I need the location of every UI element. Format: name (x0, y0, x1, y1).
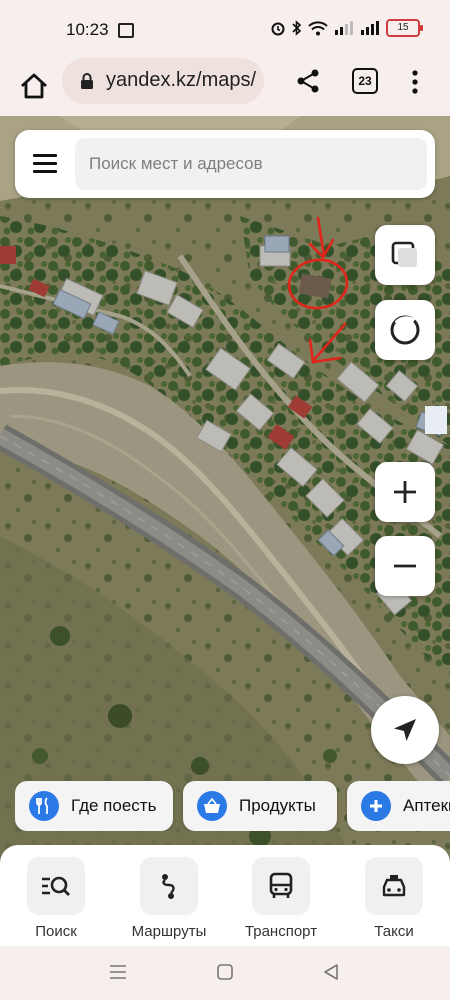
layers-icon (391, 241, 417, 267)
category-chips: Где поесть Продукты Аптеки (15, 781, 450, 831)
browser-toolbar: yandex.kz/maps/ 23 (0, 58, 450, 116)
chip-label: Аптеки (403, 796, 450, 815)
fork-knife-icon (29, 791, 59, 821)
alice-icon (390, 315, 420, 345)
search-placeholder: Поиск мест и адресов (89, 154, 263, 173)
nav-routes[interactable]: Маршруты (119, 857, 219, 940)
nav-transport[interactable]: Транспорт (231, 857, 331, 940)
hamburger-icon-line (33, 154, 57, 157)
status-bar: 10:23 15 (0, 0, 450, 58)
signal-icon-1 (335, 21, 353, 35)
wifi-icon (308, 20, 328, 35)
nav-label: Транспорт (244, 923, 318, 940)
plus-icon (394, 481, 416, 503)
home-icon (21, 73, 47, 99)
minus-icon (394, 564, 416, 568)
home-button[interactable] (14, 66, 54, 106)
bus-icon (252, 857, 310, 915)
search-input[interactable]: Поиск мест и адресов (75, 138, 427, 190)
alice-button[interactable] (375, 300, 435, 360)
notification-icon (118, 23, 134, 38)
bluetooth-icon (292, 20, 302, 36)
status-time: 10:23 (66, 20, 109, 39)
navigation-arrow-icon (394, 719, 416, 741)
zoom-in-button[interactable] (375, 462, 435, 522)
hamburger-icon-line (33, 170, 57, 173)
nav-search[interactable]: Поиск (6, 857, 106, 940)
layers-button[interactable] (375, 225, 435, 285)
chip-label: Продукты (239, 796, 316, 815)
lock-icon (81, 73, 93, 89)
nav-taxi[interactable]: Такси (344, 857, 444, 940)
chip-label: Где поесть (71, 796, 157, 815)
chip-groceries[interactable]: Продукты (183, 781, 337, 831)
back-nav-icon[interactable] (322, 963, 340, 981)
nav-label: Маршруты (131, 923, 207, 940)
plus-icon (361, 791, 391, 821)
basket-icon (197, 791, 227, 821)
chip-pharmacies[interactable]: Аптеки (347, 781, 450, 831)
map-search-bar: Поиск мест и адресов (15, 130, 435, 198)
url-field[interactable]: yandex.kz/maps/ (62, 58, 264, 104)
search-list-icon (27, 857, 85, 915)
menu-button[interactable] (33, 154, 57, 174)
signal-icon-2 (361, 21, 379, 35)
zoom-out-button[interactable] (375, 536, 435, 596)
more-vertical-icon (412, 70, 418, 94)
home-nav-icon[interactable] (216, 963, 234, 981)
bottom-navigation: Поиск Маршруты Транспорт Такси (0, 845, 450, 955)
overflow-menu-button[interactable] (405, 65, 425, 99)
nav-label: Поиск (35, 923, 77, 940)
battery-indicator: 15 (386, 19, 423, 37)
taxi-icon (365, 857, 423, 915)
status-icons: 15 (270, 19, 423, 37)
route-icon (140, 857, 198, 915)
chip-where-to-eat[interactable]: Где поесть (15, 781, 173, 831)
my-location-button[interactable] (371, 696, 439, 764)
alarm-icon (271, 22, 285, 36)
share-icon (297, 69, 319, 93)
url-text: yandex.kz/maps/ (106, 69, 257, 91)
nav-label: Такси (374, 923, 414, 940)
share-button[interactable] (290, 63, 326, 99)
tabs-button[interactable]: 23 (352, 68, 378, 94)
system-navigation-bar (0, 946, 450, 1000)
recent-apps-icon[interactable] (108, 963, 128, 981)
hamburger-icon-line (33, 162, 57, 165)
